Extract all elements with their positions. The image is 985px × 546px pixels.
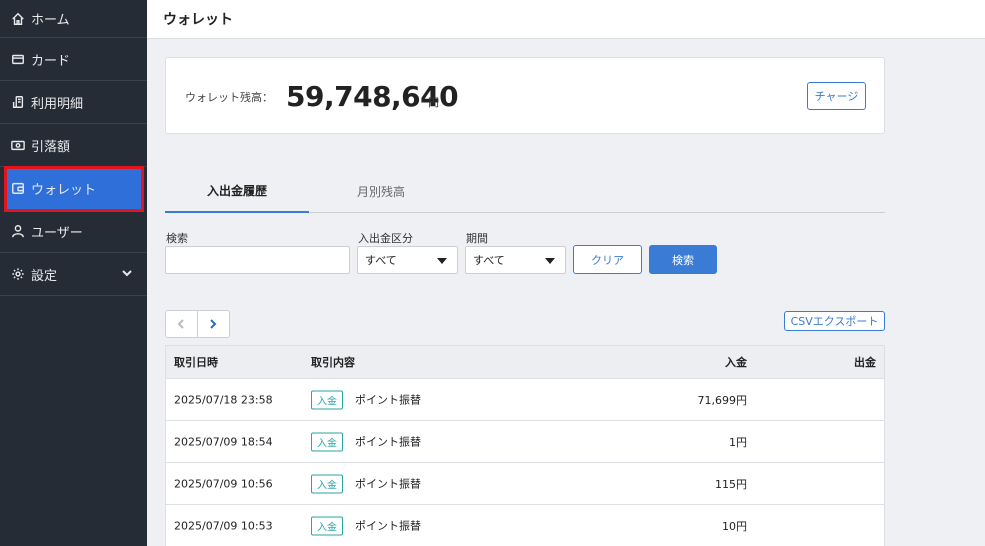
clear-button[interactable]: クリア	[573, 245, 642, 274]
table-row[interactable]: 2025/07/18 23:58 入金 ポイント振替 71,699円	[166, 379, 884, 421]
header-in: 入金	[725, 356, 747, 369]
balance-unit: 円	[428, 96, 439, 109]
row-description: ポイント振替	[355, 519, 421, 533]
row-in: 115円	[715, 477, 747, 491]
user-icon	[10, 223, 26, 239]
row-in: 71,699円	[697, 393, 748, 407]
balance-label: ウォレット残高：	[185, 91, 273, 104]
table-row[interactable]: 2025/07/09 10:53 入金 ポイント振替 10円	[166, 505, 884, 546]
type-select-value: すべて	[365, 254, 397, 267]
caret-down-icon	[545, 258, 555, 264]
row-date: 2025/07/09 10:53	[174, 519, 273, 532]
sidebar-item-settings[interactable]: 設定	[0, 253, 147, 296]
row-in: 10円	[722, 519, 747, 533]
home-icon	[10, 11, 26, 27]
row-date: 2025/07/09 18:54	[174, 435, 273, 448]
sidebar-item-statement[interactable]: 利用明細	[0, 81, 147, 124]
sidebar-item-card[interactable]: カード	[0, 38, 147, 81]
period-select-value: すべて	[473, 254, 505, 267]
row-description: ポイント振替	[355, 435, 421, 449]
sidebar-item-wallet[interactable]: ウォレット	[4, 166, 144, 212]
row-content: 入金 ポイント振替	[311, 474, 421, 493]
sidebar-item-label: カード	[31, 53, 71, 69]
next-page-button[interactable]	[198, 311, 229, 337]
pagination	[165, 310, 230, 338]
table-header: 取引日時 取引内容 入金 出金	[166, 346, 884, 379]
tab-history[interactable]: 入出金履歴	[165, 170, 309, 213]
sidebar-item-label: ユーザー	[31, 225, 83, 241]
deposit-badge: 入金	[311, 390, 343, 409]
type-select[interactable]: すべて	[357, 246, 458, 274]
balance-card: ウォレット残高： 59,748,640 円 チャージ	[165, 57, 885, 134]
chevron-right-icon	[210, 319, 217, 329]
sidebar-item-withdrawal[interactable]: 引落額	[0, 124, 147, 167]
deposit-badge: 入金	[311, 474, 343, 493]
caret-down-icon	[437, 258, 447, 264]
deposit-badge: 入金	[311, 432, 343, 451]
header-content: 取引内容	[311, 356, 355, 369]
sidebar-item-label: 利用明細	[31, 96, 84, 112]
sidebar-item-label: ウォレット	[31, 182, 97, 198]
search-label: 検索	[166, 232, 188, 245]
gear-icon	[10, 266, 26, 282]
sidebar-item-user[interactable]: ユーザー	[0, 210, 147, 253]
deposit-badge: 入金	[311, 516, 343, 535]
period-select[interactable]: すべて	[465, 246, 566, 274]
header-out: 出金	[854, 356, 876, 369]
type-label: 入出金区分	[358, 232, 413, 245]
charge-button[interactable]: チャージ	[807, 82, 866, 110]
page-title: ウォレット	[147, 0, 985, 39]
row-date: 2025/07/09 10:56	[174, 477, 273, 490]
banknote-icon	[10, 137, 26, 153]
header-date: 取引日時	[174, 356, 218, 369]
sidebar-item-home[interactable]: ホーム	[0, 0, 147, 38]
row-description: ポイント振替	[355, 477, 421, 491]
chevron-down-icon[interactable]	[121, 267, 133, 283]
row-date: 2025/07/18 23:58	[174, 393, 273, 406]
row-content: 入金 ポイント振替	[311, 390, 421, 409]
prev-page-button[interactable]	[166, 311, 198, 337]
receipt-icon	[10, 94, 26, 110]
sidebar-item-label: 引落額	[31, 139, 71, 155]
csv-export-button[interactable]: CSVエクスポート	[784, 311, 885, 331]
sidebar-item-label: 設定	[31, 268, 58, 284]
chevron-left-icon	[177, 319, 184, 329]
row-content: 入金 ポイント振替	[311, 432, 421, 451]
tab-monthly-balance[interactable]: 月別残高	[309, 170, 453, 213]
search-button[interactable]: 検索	[649, 245, 717, 274]
transactions-table: 取引日時 取引内容 入金 出金 2025/07/18 23:58 入金 ポイント振…	[165, 345, 885, 546]
row-description: ポイント振替	[355, 393, 421, 407]
card-icon	[10, 51, 26, 67]
row-content: 入金 ポイント振替	[311, 516, 421, 535]
wallet-icon	[10, 180, 26, 196]
period-label: 期間	[466, 232, 488, 245]
table-row[interactable]: 2025/07/09 10:56 入金 ポイント振替 115円	[166, 463, 884, 505]
tabs: 入出金履歴 月別残高	[165, 170, 885, 213]
table-row[interactable]: 2025/07/09 18:54 入金 ポイント振替 1円	[166, 421, 884, 463]
row-in: 1円	[729, 435, 747, 449]
sidebar: ホーム カード 利用明細 引落額 ウォレット ユーザー 設定	[0, 0, 147, 546]
sidebar-item-label: ホーム	[31, 13, 70, 28]
search-input[interactable]	[165, 246, 350, 274]
